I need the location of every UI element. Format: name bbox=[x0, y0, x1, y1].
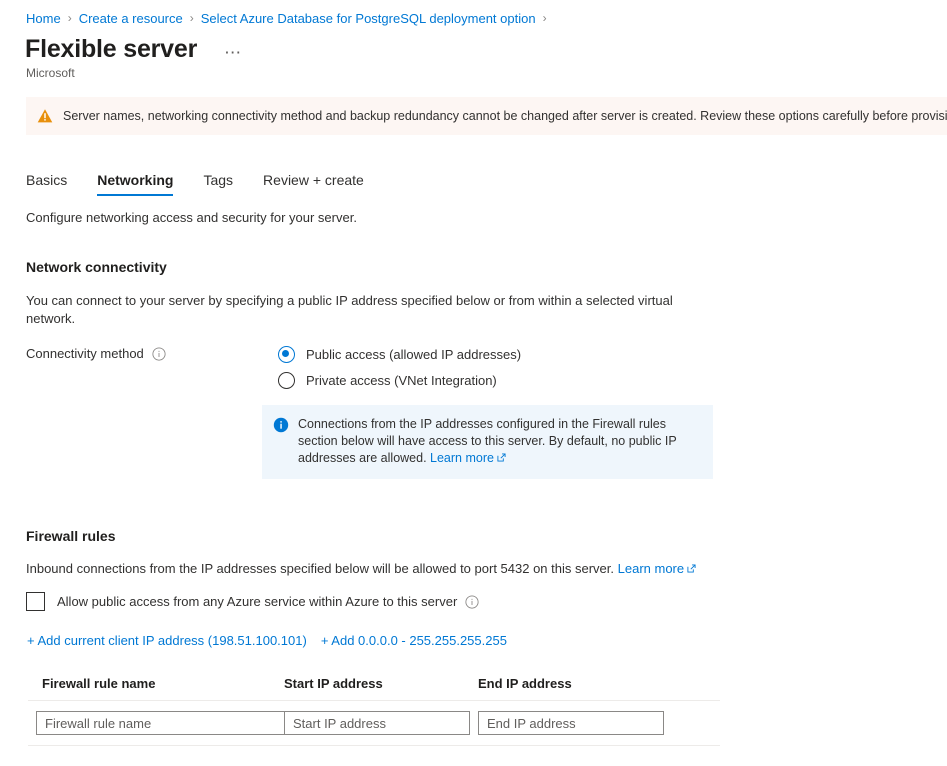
connectivity-method-label-text: Connectivity method bbox=[26, 346, 144, 361]
breadcrumb-separator-icon: › bbox=[542, 11, 547, 25]
breadcrumb-item-home[interactable]: Home bbox=[26, 11, 61, 26]
tab-review-create[interactable]: Review + create bbox=[263, 172, 364, 196]
firewall-add-links: + Add current client IP address (198.51.… bbox=[27, 633, 507, 648]
radio-public-access[interactable]: Public access (allowed IP addresses) bbox=[278, 341, 521, 367]
external-link-icon[interactable] bbox=[687, 564, 696, 573]
breadcrumb-item-create-a-resource[interactable]: Create a resource bbox=[79, 11, 183, 26]
public-access-info-box-text: Connections from the IP addresses config… bbox=[298, 416, 701, 467]
connectivity-method-radio-group: Public access (allowed IP addresses) Pri… bbox=[278, 341, 521, 393]
info-circle-filled-icon bbox=[273, 417, 289, 433]
radio-private-access-label: Private access (VNet Integration) bbox=[306, 372, 497, 388]
warning-banner-text: Server names, networking connectivity me… bbox=[63, 109, 947, 123]
start-ip-address-input[interactable] bbox=[284, 711, 470, 735]
allow-azure-services-label: Allow public access from any Azure servi… bbox=[57, 594, 458, 609]
firewall-description-text: Inbound connections from the IP addresse… bbox=[26, 561, 614, 576]
add-all-ip-range-link[interactable]: + Add 0.0.0.0 - 255.255.255.255 bbox=[321, 633, 507, 648]
info-circle-icon[interactable] bbox=[152, 346, 166, 361]
firewall-rule-name-input[interactable] bbox=[36, 711, 286, 735]
radio-public-access-label: Public access (allowed IP addresses) bbox=[306, 346, 522, 362]
warning-banner: Server names, networking connectivity me… bbox=[26, 97, 947, 135]
column-header-end-ip: End IP address bbox=[478, 676, 572, 691]
breadcrumb-item-select-deployment-option[interactable]: Select Azure Database for PostgreSQL dep… bbox=[201, 11, 536, 26]
wizard-tabs: Basics Networking Tags Review + create bbox=[26, 168, 394, 196]
page-header: Flexible server ⋯ bbox=[25, 34, 246, 64]
breadcrumb: Home › Create a resource › Select Azure … bbox=[26, 8, 937, 28]
breadcrumb-separator-icon: › bbox=[189, 11, 194, 25]
section-heading-firewall-rules: Firewall rules bbox=[26, 528, 116, 544]
page-publisher: Microsoft bbox=[26, 66, 75, 80]
table-row bbox=[28, 701, 720, 746]
firewall-learn-more-link[interactable]: Learn more bbox=[618, 561, 684, 576]
section-description-network-connectivity: You can connect to your server by specif… bbox=[26, 293, 673, 326]
radio-private-access-indicator[interactable] bbox=[278, 371, 295, 389]
column-header-start-ip: Start IP address bbox=[284, 676, 383, 691]
breadcrumb-separator-icon: › bbox=[67, 11, 72, 25]
allow-azure-services-checkbox-row[interactable]: Allow public access from any Azure servi… bbox=[26, 592, 479, 611]
column-header-actions bbox=[672, 676, 720, 691]
firewall-rules-table: Firewall rule name Start IP address End … bbox=[28, 676, 720, 746]
warning-triangle-icon bbox=[37, 109, 53, 123]
connectivity-method-label: Connectivity method bbox=[26, 346, 166, 361]
section-description-firewall-rules: Inbound connections from the IP addresse… bbox=[26, 561, 786, 576]
public-access-info-box: Connections from the IP addresses config… bbox=[262, 405, 713, 479]
column-header-rule-name: Firewall rule name bbox=[42, 676, 156, 691]
tab-basics[interactable]: Basics bbox=[26, 172, 67, 196]
end-ip-address-input[interactable] bbox=[478, 711, 664, 735]
info-circle-icon[interactable] bbox=[465, 594, 479, 609]
info-box-learn-more-link[interactable]: Learn more bbox=[430, 451, 494, 465]
firewall-rules-table-header: Firewall rule name Start IP address End … bbox=[28, 676, 720, 701]
radio-private-access[interactable]: Private access (VNet Integration) bbox=[278, 367, 521, 393]
add-current-client-ip-link[interactable]: + Add current client IP address (198.51.… bbox=[27, 633, 307, 648]
external-link-icon[interactable] bbox=[497, 453, 506, 462]
radio-public-access-indicator[interactable] bbox=[278, 345, 295, 363]
tab-tags[interactable]: Tags bbox=[203, 172, 233, 196]
more-options-icon[interactable]: ⋯ bbox=[219, 44, 246, 62]
allow-azure-services-checkbox[interactable] bbox=[26, 592, 45, 611]
page-title: Flexible server bbox=[25, 35, 198, 63]
section-heading-network-connectivity: Network connectivity bbox=[26, 259, 167, 275]
tab-networking[interactable]: Networking bbox=[97, 172, 174, 196]
page-intro-text: Configure networking access and security… bbox=[26, 210, 357, 225]
